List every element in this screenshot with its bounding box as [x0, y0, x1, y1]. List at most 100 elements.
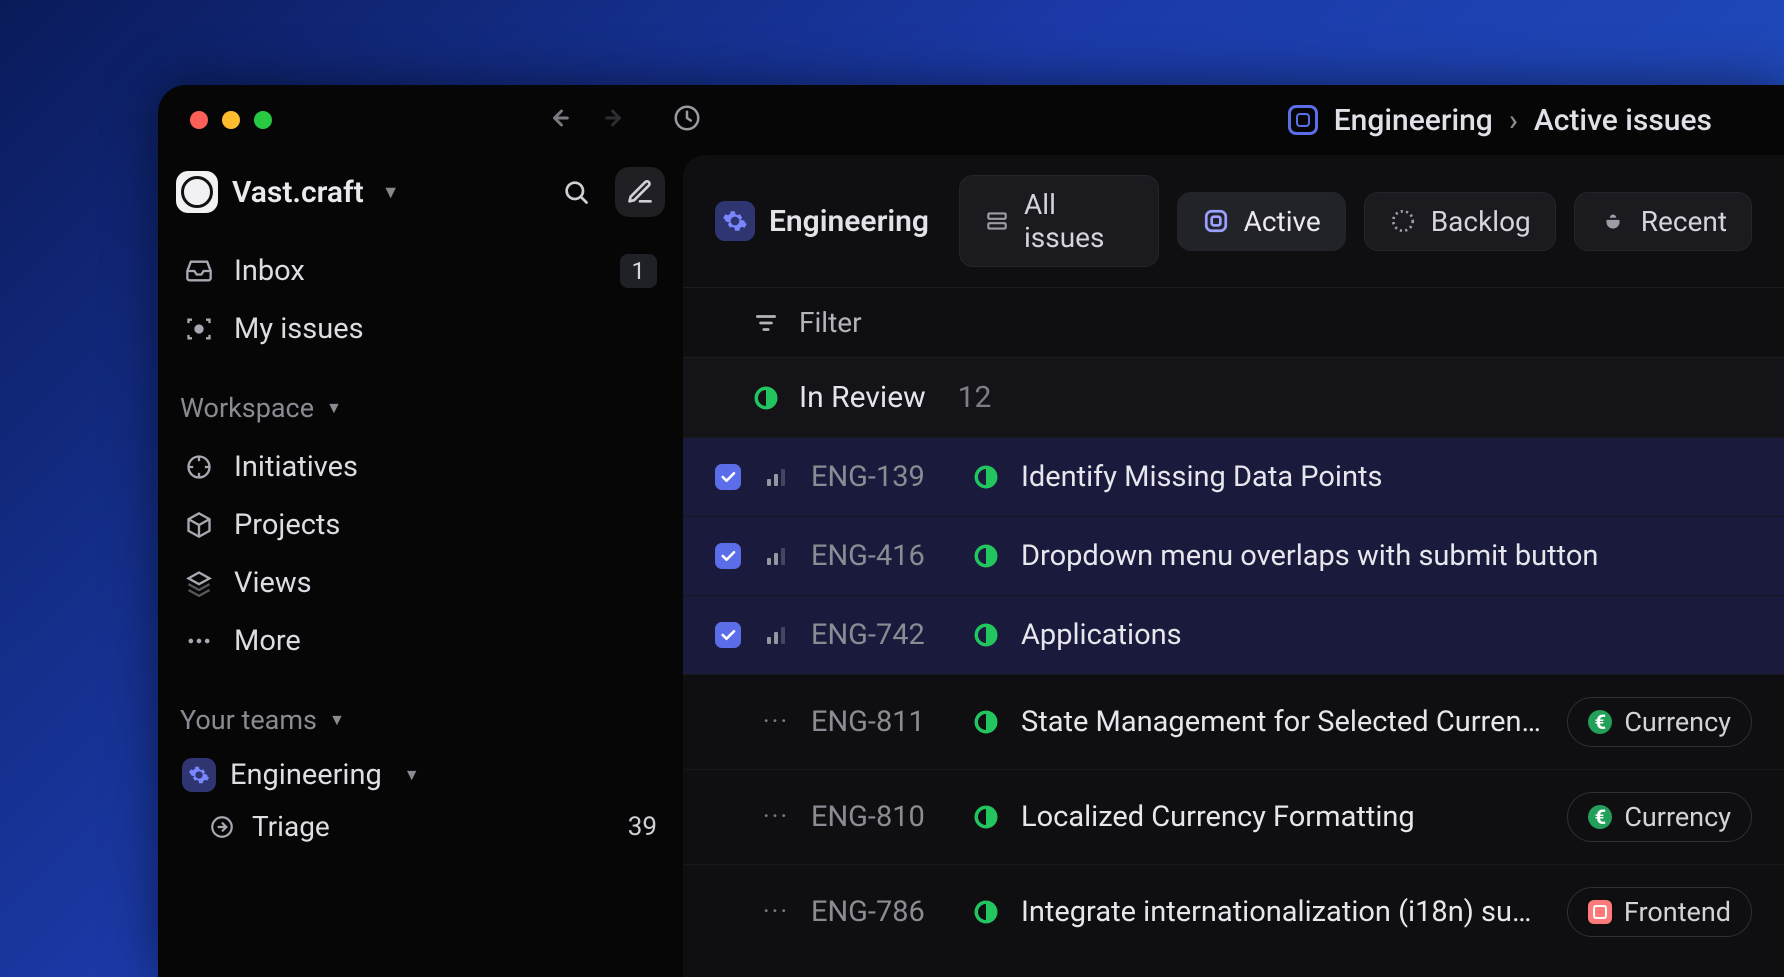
focus-icon [184, 314, 214, 344]
tab-recent[interactable]: Recent [1574, 192, 1752, 251]
chevron-down-icon[interactable]: ▼ [382, 182, 400, 203]
issue-title: State Management for Selected Currency [1021, 705, 1545, 739]
priority-medium-icon[interactable] [763, 622, 789, 648]
label-frontend[interactable]: Frontend [1567, 887, 1752, 937]
issue-checkbox[interactable] [715, 622, 741, 648]
label-currency[interactable]: €Currency [1567, 792, 1752, 842]
sidebar: Vast.craft ▼ Inbox 1 My issues Workspace… [158, 155, 683, 977]
main-panel: Engineering All issues Active Backlog Re… [683, 155, 1784, 977]
app-window: Engineering › Active issues Vast.craft ▼… [158, 85, 1784, 977]
gear-icon [715, 201, 755, 241]
tab-active[interactable]: Active [1177, 192, 1346, 251]
nav-label: Inbox [234, 254, 305, 288]
priority-medium-icon[interactable] [763, 543, 789, 569]
issue-checkbox[interactable] [715, 543, 741, 569]
nav-label: My issues [234, 312, 364, 346]
filter-button[interactable]: Filter [683, 288, 1784, 358]
issue-title: Dropdown menu overlaps with submit butto… [1021, 539, 1752, 573]
more-icon [184, 626, 214, 656]
status-in-review-icon [973, 464, 999, 490]
issue-id: ENG-786 [811, 895, 951, 929]
tab-backlog[interactable]: Backlog [1364, 192, 1556, 251]
active-square-icon [1202, 207, 1230, 235]
issue-row[interactable]: ENG-742 Applications [683, 595, 1784, 674]
status-in-review-icon [753, 385, 779, 411]
backlog-icon [1389, 207, 1417, 235]
issue-id: ENG-139 [811, 460, 951, 494]
team-triage[interactable]: Triage 39 [176, 800, 665, 853]
window-minimize[interactable] [222, 111, 240, 129]
inbox-icon [184, 256, 214, 286]
issue-row[interactable]: ···ENG-810Localized Currency Formatting€… [683, 769, 1784, 864]
issue-title: Localized Currency Formatting [1021, 800, 1545, 834]
status-in-review-icon [973, 804, 999, 830]
issue-id: ENG-811 [811, 705, 951, 739]
team-chip[interactable]: Engineering [715, 201, 929, 241]
status-in-review-icon [973, 899, 999, 925]
breadcrumb: Engineering › Active issues [1288, 103, 1712, 138]
frontend-icon [1588, 900, 1612, 924]
issue-checkbox[interactable] [715, 464, 741, 490]
group-in-review[interactable]: In Review 12 [683, 358, 1784, 437]
issue-row[interactable]: ENG-416 Dropdown menu overlaps with submi… [683, 516, 1784, 595]
bug-icon [1599, 207, 1627, 235]
inbox-badge: 1 [620, 254, 658, 288]
status-in-review-icon [973, 622, 999, 648]
euro-icon: € [1588, 805, 1612, 829]
nav-projects[interactable]: Projects [176, 496, 665, 554]
issue-title: Integrate internationalization (i18n) su… [1021, 895, 1545, 929]
new-issue-button[interactable] [615, 167, 665, 217]
issue-row[interactable]: ENG-139Identify Missing Data Points [683, 437, 1784, 516]
breadcrumb-separator: › [1509, 103, 1518, 138]
nav-label: Views [234, 566, 312, 600]
workspace-name[interactable]: Vast.craft [232, 175, 364, 210]
window-close[interactable] [190, 111, 208, 129]
priority-none-icon[interactable]: ··· [763, 709, 789, 735]
issue-checkbox[interactable] [715, 709, 741, 735]
nav-my-issues[interactable]: My issues [176, 300, 665, 358]
tabs-row: Engineering All issues Active Backlog Re… [683, 155, 1784, 288]
section-workspace[interactable]: Workspace ▼ [180, 392, 665, 424]
nav-label: Initiatives [234, 450, 358, 484]
section-your-teams[interactable]: Your teams ▼ [180, 704, 665, 736]
stack-icon [984, 207, 1010, 235]
team-engineering[interactable]: Engineering ▼ [176, 750, 665, 800]
issue-row[interactable]: ··· ENG-811 State Management for Selected … [683, 674, 1784, 769]
tab-all-issues[interactable]: All issues [959, 175, 1159, 267]
issue-row[interactable]: ··· ENG-786 Integrate internationalization… [683, 864, 1784, 959]
priority-none-icon[interactable]: ··· [763, 899, 789, 925]
nav-more[interactable]: More [176, 612, 665, 670]
window-maximize[interactable] [254, 111, 272, 129]
group-count: 12 [958, 380, 992, 415]
history-button[interactable] [672, 103, 702, 137]
nav-initiatives[interactable]: Initiatives [176, 438, 665, 496]
euro-icon: € [1588, 710, 1612, 734]
team-name: Engineering [230, 758, 382, 792]
issue-checkbox[interactable] [715, 804, 741, 830]
priority-none-icon[interactable]: ··· [763, 804, 789, 830]
nav-inbox[interactable]: Inbox 1 [176, 242, 665, 300]
issue-checkbox[interactable] [715, 899, 741, 925]
layers-icon [184, 568, 214, 598]
nav-label: More [234, 624, 301, 658]
caret-down-icon: ▼ [329, 710, 345, 730]
gear-icon [182, 758, 216, 792]
issue-id: ENG-416 [811, 539, 951, 573]
issue-title: Applications [1021, 618, 1752, 652]
search-button[interactable] [551, 167, 601, 217]
issue-id: ENG-742 [811, 618, 951, 652]
team-sub-label: Triage [252, 810, 330, 843]
nav-views[interactable]: Views [176, 554, 665, 612]
initiatives-icon [184, 452, 214, 482]
triage-count: 39 [628, 812, 657, 842]
team-square-icon [1288, 105, 1318, 135]
nav-back-button[interactable] [544, 104, 572, 136]
breadcrumb-view: Active issues [1534, 103, 1712, 138]
breadcrumb-team[interactable]: Engineering [1334, 103, 1493, 138]
label-currency[interactable]: €Currency [1567, 697, 1752, 747]
nav-forward-button[interactable] [602, 104, 630, 136]
caret-down-icon: ▼ [404, 765, 420, 785]
workspace-logo[interactable] [176, 171, 218, 213]
priority-medium-icon[interactable] [763, 464, 789, 490]
triage-icon [208, 813, 236, 841]
